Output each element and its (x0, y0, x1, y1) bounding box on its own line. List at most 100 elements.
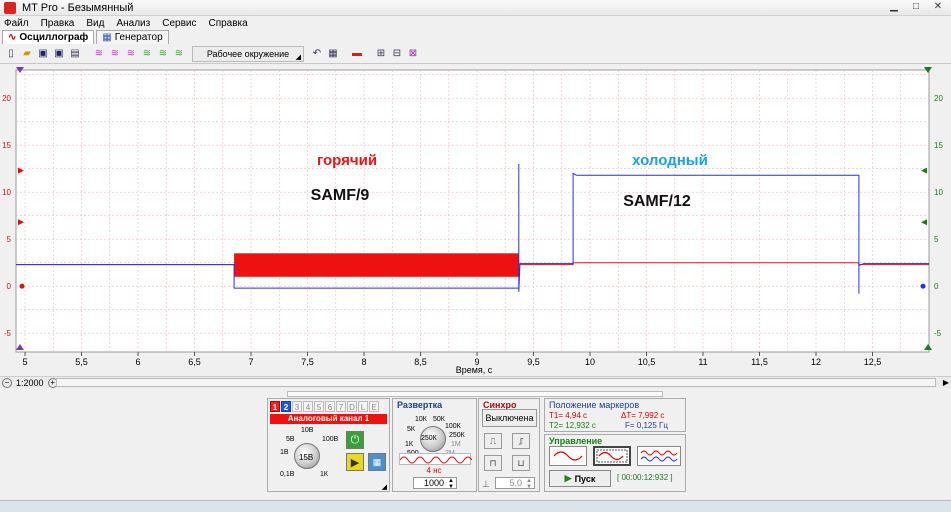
save-as-icon[interactable]: ▣ (52, 47, 66, 61)
sync-level-icon: ⊥ (482, 479, 490, 489)
tab-oscilloscope[interactable]: ∿ Осциллограф (2, 30, 95, 44)
channel-6-button[interactable]: 6 (325, 401, 335, 412)
panel-scrollbar[interactable] (287, 391, 663, 397)
channel-group: 1 2 3 4 5 6 7 D L E Аналоговый канал 1 1… (267, 398, 390, 492)
channel-4-button[interactable]: 4 (303, 401, 313, 412)
channel-7-button[interactable]: 7 (336, 401, 346, 412)
channel-calc-icon[interactable]: ▦ (368, 453, 386, 471)
sync-rising-edge-icon[interactable]: ⎍ (484, 433, 502, 449)
signal-view-4-icon[interactable]: ≋ (140, 47, 154, 61)
sweep-knob-value: 250К (421, 435, 437, 442)
save-icon[interactable]: ▣ (36, 47, 50, 61)
y-tick-label-left: -5 (4, 329, 12, 338)
channel-expand-icon[interactable]: ◢ (382, 483, 387, 491)
y-tick-label-left: 15 (2, 141, 11, 150)
marker-dt-value: ΔT= 7,992 с (621, 411, 665, 420)
signal-view-5-icon[interactable]: ≋ (156, 47, 170, 61)
signal-view-2-icon[interactable]: ≋ (108, 47, 122, 61)
samf12-label: SAMF/12 (623, 193, 691, 210)
sweep-label-10k: 10К (415, 416, 427, 423)
generator-icon: ▦ (102, 32, 112, 43)
volt-knob-label-100v: 100В (322, 436, 339, 443)
car-icon[interactable]: ▬ (350, 47, 364, 61)
channel-2-button[interactable]: 2 (281, 401, 291, 412)
channel-d-button[interactable]: D (347, 401, 357, 412)
layout-1-icon[interactable]: ⊞ (374, 47, 388, 61)
markers-title: Положение маркеров (549, 400, 640, 410)
signal-view-6-icon[interactable]: ≋ (172, 47, 186, 61)
ch2-zero-marker (920, 283, 926, 289)
samf9-label: SAMF/9 (311, 187, 370, 204)
sync-level-stepper[interactable]: 5,0 ▲ ▼ (495, 477, 535, 490)
y-tick-label-right: 5 (934, 235, 939, 244)
volt-knob-label-10v: 10В (301, 427, 314, 434)
sync-pulse-neg-icon[interactable]: ⊔ (512, 455, 530, 471)
zoom-level: 1:2000 (16, 377, 44, 388)
single-wave-icon (553, 451, 583, 461)
oscilloscope-plot[interactable]: 5 5,5 6 6,5 7 7,5 8 8,5 9 9,5 10 10,5 11 11,5 12 12,5 -5… (0, 64, 951, 376)
signal-view-3-icon[interactable]: ≋ (124, 47, 138, 61)
sweep-label-1k: 1К (405, 441, 413, 448)
sweep-wave-preview (399, 453, 473, 465)
sync-falling-edge-icon[interactable]: ⎎ (512, 433, 530, 449)
continuous-mode-button[interactable] (637, 446, 681, 466)
channel-5-button[interactable]: 5 (314, 401, 324, 412)
scroll-right-icon[interactable]: ▶ (943, 378, 949, 387)
new-file-icon[interactable]: ▯ (4, 47, 18, 61)
run-button[interactable]: ▶ Пуск (549, 470, 611, 487)
volts-knob-value: 15В (299, 453, 314, 462)
channel-play-icon[interactable]: ▶ (346, 453, 364, 471)
horizontal-scrollbar[interactable] (56, 378, 936, 387)
workspace-label: Рабочее окружение (206, 48, 290, 59)
y-tick-label-left: 0 (7, 282, 12, 291)
hot-label: горячий (317, 152, 377, 169)
stepper-arrows-icon[interactable]: ▲ ▼ (448, 478, 454, 490)
x-tick-label: 11,5 (751, 357, 768, 367)
channel-power-button[interactable]: ⏻ (346, 431, 364, 449)
window-title: MT Pro - Безымянный (22, 1, 134, 14)
layout-3-icon[interactable]: ⊠ (406, 47, 420, 61)
menu-file[interactable]: Файл (4, 18, 29, 29)
open-folder-icon[interactable]: ▰ (20, 47, 34, 61)
single-mode-button[interactable] (549, 446, 587, 466)
channel-1-button[interactable]: 1 (270, 401, 280, 412)
x-tick-label: 6 (136, 357, 141, 367)
sync-stepper-arrows-icon[interactable]: ▲ ▼ (526, 478, 532, 490)
sweep-title: Развертка (397, 400, 443, 410)
close-icon[interactable]: ✕ (931, 1, 945, 13)
sync-mode-dropdown[interactable]: Выключена (482, 409, 537, 427)
menu-view[interactable]: Вид (86, 18, 104, 29)
x-tick-label: 10,5 (638, 357, 656, 367)
samples-stepper[interactable]: 1000 ▲ ▼ (413, 477, 457, 490)
menu-help[interactable]: Справка (208, 18, 247, 29)
zoom-out-icon[interactable]: − (2, 377, 12, 388)
sweep-group: Развертка 10К 50К 5К 100К 250К 1К 1М 500… (392, 398, 477, 492)
control-title: Управление (549, 436, 603, 446)
menu-edit[interactable]: Правка (41, 18, 75, 29)
normal-mode-button[interactable] (593, 446, 631, 466)
acquisition-timer: [ 00:00:12:932 ] (617, 473, 673, 482)
app-window: MT Pro - Безымянный ▁ □ ✕ Файл Правка Ви… (0, 0, 951, 512)
channel-e-button[interactable]: E (369, 401, 379, 412)
menu-service[interactable]: Сервис (162, 18, 196, 29)
framed-wave-icon (596, 449, 628, 463)
menu-bar: Файл Правка Вид Анализ Сервис Справка (0, 16, 951, 30)
minimize-icon[interactable]: ▁ (887, 1, 901, 13)
y-tick-label-right: 0 (934, 282, 939, 291)
channel-l-button[interactable]: L (358, 401, 368, 412)
layout-2-icon[interactable]: ⊟ (390, 47, 404, 61)
sync-pulse-pos-icon[interactable]: ⊓ (484, 455, 502, 471)
tab-generator[interactable]: ▦ Генератор (96, 30, 169, 44)
undo-icon[interactable]: ↶ (310, 47, 324, 61)
volt-knob-label-1k: 1К (320, 471, 328, 478)
print-icon[interactable]: ▤ (68, 47, 82, 61)
y-tick-label-left: 10 (2, 188, 11, 197)
series-1-noise-band (234, 253, 519, 277)
channel-3-button[interactable]: 3 (292, 401, 302, 412)
menu-analysis[interactable]: Анализ (116, 18, 150, 29)
x-tick-label: 12 (811, 357, 821, 367)
signal-view-1-icon[interactable]: ≋ (92, 47, 106, 61)
maximize-icon[interactable]: □ (909, 1, 923, 13)
export-icon[interactable]: ▦ (326, 47, 340, 61)
workspace-dropdown[interactable]: Рабочее окружение ◢ (192, 45, 304, 62)
